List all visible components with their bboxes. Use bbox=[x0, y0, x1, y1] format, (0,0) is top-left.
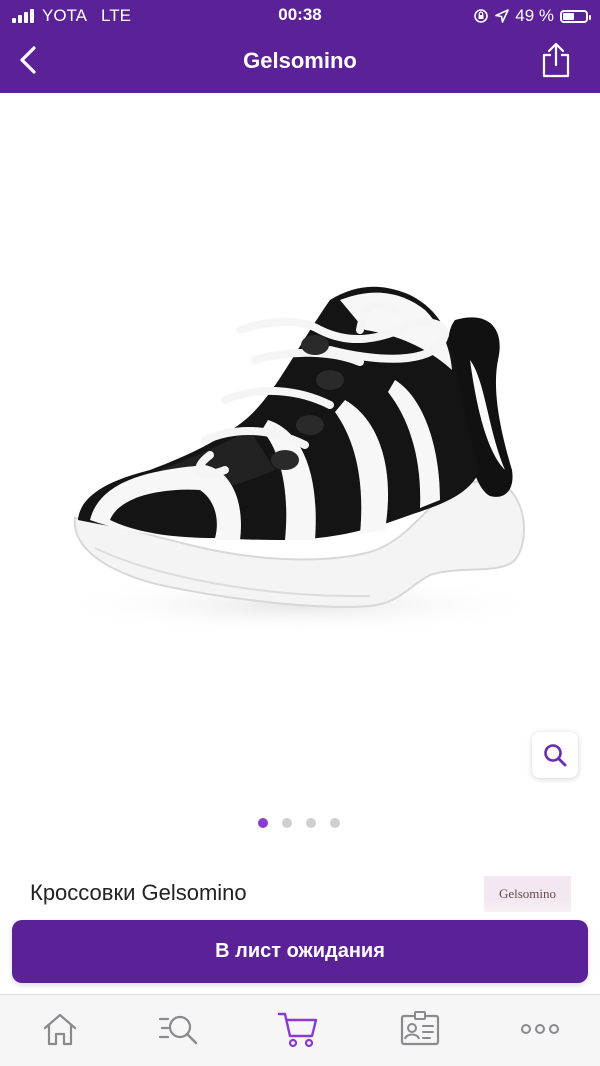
pagination-dot[interactable] bbox=[330, 818, 340, 828]
tab-home[interactable] bbox=[38, 1009, 82, 1049]
battery-icon bbox=[560, 9, 591, 23]
pagination-dot[interactable] bbox=[282, 818, 292, 828]
battery-percent: 49 % bbox=[515, 6, 554, 25]
zoom-button[interactable] bbox=[532, 732, 578, 778]
tab-bar bbox=[0, 994, 600, 1066]
product-image[interactable] bbox=[0, 93, 600, 798]
tab-cart[interactable] bbox=[276, 1009, 320, 1049]
cart-icon bbox=[277, 1012, 318, 1048]
status-bar: YOTA LTE 00:38 49 % bbox=[0, 0, 600, 32]
waitlist-button-label: В лист ожидания bbox=[215, 940, 385, 962]
sneaker-image bbox=[50, 286, 550, 635]
pagination-dot[interactable] bbox=[306, 818, 316, 828]
search-list-icon bbox=[158, 1015, 198, 1045]
app-header: YOTA LTE 00:38 49 % Gelsomino bbox=[0, 0, 600, 93]
more-icon bbox=[521, 1024, 559, 1034]
tab-profile[interactable] bbox=[398, 1009, 442, 1049]
status-right: 49 % bbox=[473, 6, 591, 26]
profile-card-icon bbox=[400, 1011, 440, 1046]
orientation-lock-icon bbox=[474, 9, 489, 23]
waitlist-button[interactable]: В лист ожидания bbox=[12, 920, 588, 983]
battery-level bbox=[563, 12, 574, 20]
location-arrow-icon bbox=[495, 9, 510, 23]
tab-search[interactable] bbox=[156, 1009, 200, 1049]
search-icon bbox=[544, 744, 567, 767]
page-title: Gelsomino bbox=[243, 48, 357, 73]
share-icon bbox=[542, 42, 570, 78]
tab-more[interactable] bbox=[518, 1009, 562, 1049]
home-icon bbox=[43, 1013, 77, 1046]
gallery-pagination[interactable] bbox=[0, 818, 599, 828]
pagination-dot[interactable] bbox=[258, 818, 268, 828]
share-button[interactable] bbox=[540, 41, 572, 79]
